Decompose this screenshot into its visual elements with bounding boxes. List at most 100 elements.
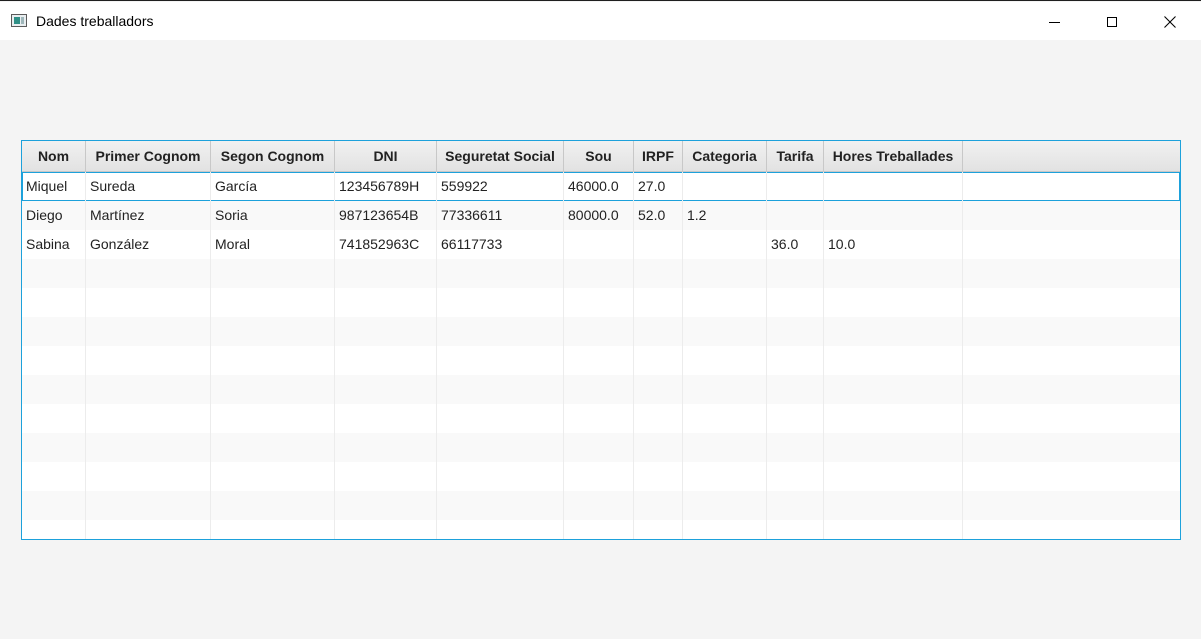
maximize-button[interactable] — [1083, 3, 1141, 41]
table-cell[interactable] — [211, 288, 335, 317]
table-cell[interactable] — [767, 433, 824, 462]
table-cell[interactable] — [963, 288, 1180, 317]
table-cell[interactable]: 27.0 — [634, 172, 683, 201]
table-cell[interactable] — [634, 404, 683, 433]
table-cell[interactable] — [683, 433, 767, 462]
table-cell[interactable] — [564, 520, 634, 539]
table-cell[interactable] — [437, 462, 564, 491]
table-cell[interactable] — [211, 259, 335, 288]
table-cell[interactable] — [963, 404, 1180, 433]
table-cell[interactable] — [824, 201, 963, 230]
table-cell[interactable] — [824, 433, 963, 462]
title-bar[interactable]: Dades treballadors — [0, 2, 1201, 40]
table-cell[interactable] — [767, 172, 824, 201]
table-cell[interactable] — [86, 288, 211, 317]
table-cell[interactable] — [86, 317, 211, 346]
table-cell[interactable]: Moral — [211, 230, 335, 259]
table-cell[interactable] — [211, 520, 335, 539]
table-cell[interactable] — [824, 259, 963, 288]
table-cell[interactable] — [86, 375, 211, 404]
table-cell[interactable] — [211, 375, 335, 404]
table-cell[interactable] — [86, 346, 211, 375]
table-cell[interactable]: 46000.0 — [564, 172, 634, 201]
empty-table-row[interactable] — [22, 433, 1180, 462]
empty-table-row[interactable] — [22, 346, 1180, 375]
table-cell[interactable] — [335, 288, 437, 317]
table-cell[interactable] — [963, 317, 1180, 346]
table-cell[interactable] — [824, 491, 963, 520]
table-cell[interactable] — [963, 201, 1180, 230]
table-cell[interactable] — [767, 346, 824, 375]
table-cell[interactable] — [634, 259, 683, 288]
table-cell[interactable] — [824, 346, 963, 375]
table-cell[interactable] — [86, 491, 211, 520]
table-cell[interactable] — [22, 491, 86, 520]
table-cell[interactable] — [22, 288, 86, 317]
table-cell[interactable] — [22, 520, 86, 539]
table-cell[interactable]: Soria — [211, 201, 335, 230]
table-cell[interactable] — [963, 433, 1180, 462]
table-cell[interactable] — [683, 288, 767, 317]
table-cell[interactable] — [335, 491, 437, 520]
table-cell[interactable] — [634, 288, 683, 317]
table-cell[interactable] — [437, 491, 564, 520]
table-cell[interactable] — [767, 317, 824, 346]
table-cell[interactable] — [634, 230, 683, 259]
table-cell[interactable] — [86, 259, 211, 288]
table-cell[interactable] — [683, 520, 767, 539]
column-header[interactable]: Sou — [564, 141, 634, 171]
table-cell[interactable]: 987123654B — [335, 201, 437, 230]
table-cell[interactable]: 77336611 — [437, 201, 564, 230]
table-cell[interactable] — [211, 317, 335, 346]
table-cell[interactable] — [683, 375, 767, 404]
table-cell[interactable] — [335, 404, 437, 433]
table-cell[interactable]: Sureda — [86, 172, 211, 201]
table-cell[interactable] — [564, 375, 634, 404]
table-cell[interactable] — [963, 462, 1180, 491]
workers-table[interactable]: Nom Primer Cognom Segon Cognom DNI Seguretat… — [21, 140, 1181, 540]
table-cell[interactable]: 10.0 — [824, 230, 963, 259]
table-cell[interactable] — [963, 259, 1180, 288]
table-cell[interactable] — [824, 520, 963, 539]
empty-table-row[interactable] — [22, 317, 1180, 346]
table-cell[interactable]: 1.2 — [683, 201, 767, 230]
table-cell[interactable] — [963, 491, 1180, 520]
table-cell[interactable] — [564, 288, 634, 317]
table-cell[interactable]: 123456789H — [335, 172, 437, 201]
table-cell[interactable] — [767, 520, 824, 539]
table-cell[interactable] — [335, 462, 437, 491]
table-cell[interactable] — [335, 259, 437, 288]
column-header[interactable]: Hores Treballades — [824, 141, 963, 171]
table-cell[interactable]: Sabina — [22, 230, 86, 259]
table-cell[interactable] — [767, 404, 824, 433]
table-cell[interactable] — [437, 375, 564, 404]
table-cell[interactable]: García — [211, 172, 335, 201]
table-cell[interactable] — [683, 230, 767, 259]
table-cell[interactable] — [767, 462, 824, 491]
table-cell[interactable] — [824, 404, 963, 433]
table-cell[interactable] — [824, 375, 963, 404]
table-cell[interactable]: Diego — [22, 201, 86, 230]
table-cell[interactable] — [564, 491, 634, 520]
table-cell[interactable] — [211, 462, 335, 491]
table-cell[interactable] — [767, 288, 824, 317]
table-cell[interactable] — [437, 317, 564, 346]
table-cell[interactable] — [335, 375, 437, 404]
table-cell[interactable] — [335, 346, 437, 375]
table-cell[interactable] — [963, 375, 1180, 404]
table-cell[interactable]: 36.0 — [767, 230, 824, 259]
table-cell[interactable] — [437, 288, 564, 317]
column-header[interactable]: Nom — [22, 141, 86, 171]
table-cell[interactable]: González — [86, 230, 211, 259]
table-cell[interactable] — [634, 346, 683, 375]
table-cell[interactable] — [437, 346, 564, 375]
table-row[interactable]: Diego Martínez Soria 987123654B 77336611 8000… — [22, 201, 1180, 230]
table-cell[interactable] — [335, 317, 437, 346]
table-cell[interactable] — [683, 172, 767, 201]
table-cell[interactable] — [86, 520, 211, 539]
table-cell[interactable] — [767, 375, 824, 404]
table-cell[interactable] — [335, 433, 437, 462]
table-cell[interactable] — [211, 404, 335, 433]
empty-table-row[interactable] — [22, 520, 1180, 539]
empty-table-row[interactable] — [22, 491, 1180, 520]
